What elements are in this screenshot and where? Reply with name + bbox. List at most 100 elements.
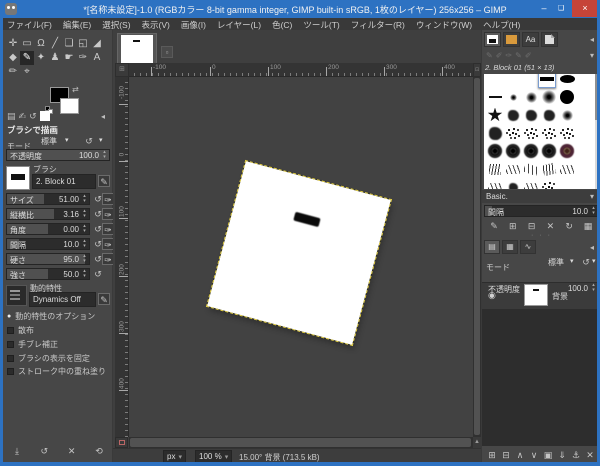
move-tool[interactable]: ✛ [6, 37, 20, 51]
brush-swatch[interactable] [540, 178, 558, 189]
rectangle-select-tool[interactable]: ▭ [20, 37, 34, 51]
spin-arrows-icon[interactable]: ▴▾ [81, 269, 88, 279]
brush-swatch[interactable] [504, 124, 522, 142]
navigation-button[interactable]: ▲ [473, 437, 481, 448]
airbrush-tool[interactable]: ✦ [34, 51, 48, 65]
smooth-stroke-checkbox[interactable]: 手ブレ補正 [7, 339, 58, 350]
mode-value[interactable]: 標準 [41, 136, 57, 147]
dock-splitter-handle[interactable]: · · · [482, 232, 600, 239]
brush-preview[interactable] [6, 166, 30, 190]
incremental-checkbox[interactable]: ストローク中の重ね塗り [7, 366, 106, 377]
mode-menu-chevron-icon[interactable]: ▾ [99, 136, 103, 144]
hardness-slider[interactable]: 硬さ 95.0 ▴▾ [6, 253, 90, 265]
brush-swatch[interactable] [504, 142, 522, 160]
chevron-down-icon[interactable]: ▾ [590, 192, 594, 201]
brush-swatch[interactable] [504, 160, 522, 178]
images-tab[interactable] [40, 111, 50, 121]
brush-grid[interactable] [484, 74, 595, 189]
brush-swatch[interactable] [522, 142, 540, 160]
chevron-down-icon[interactable]: ▾ [592, 257, 596, 265]
open-brush-as-image-button[interactable]: ▦ [582, 220, 594, 232]
delete-preset-button[interactable]: ✕ [66, 445, 78, 457]
brush-swatch-block01[interactable] [538, 74, 556, 88]
horizontal-scrollbar[interactable] [129, 437, 473, 448]
unit-dropdown[interactable]: px▾ [163, 450, 186, 463]
brush-spacing-slider[interactable]: 間隔 10.0 ▴▾ [484, 205, 599, 217]
new-brush-button[interactable]: ⊞ [507, 220, 519, 232]
duplicate-brush-button[interactable]: ⊟ [526, 220, 538, 232]
spacing-slider[interactable]: 間隔 10.0 ▴▾ [6, 238, 90, 250]
brush-filter-value[interactable]: Basic. [486, 192, 508, 201]
close-button[interactable]: × [572, 0, 598, 17]
unified-transform-tool[interactable]: ◱ [76, 37, 90, 51]
clone-tool[interactable]: ♟ [48, 51, 62, 65]
spin-arrows-icon[interactable]: ▴▾ [81, 224, 88, 234]
brush-swatch[interactable] [540, 88, 558, 106]
delete-brush-button[interactable]: ✕ [544, 220, 556, 232]
zoom-fit-corner-button[interactable]: ⊡ [473, 63, 481, 77]
tab-menu-button[interactable]: ▫ [161, 46, 173, 58]
layer-mode-value[interactable]: 標準 [548, 257, 564, 268]
spin-arrows-icon[interactable]: ▴▾ [81, 209, 88, 219]
brush-swatch[interactable] [486, 106, 504, 124]
fonts-tab[interactable]: Aa [522, 32, 539, 47]
spin-arrows-icon[interactable]: ▴▾ [81, 194, 88, 204]
menu-windows[interactable]: ウィンドウ(W) [416, 19, 472, 30]
edit-brush-icon[interactable]: ✎ [98, 175, 110, 187]
horizontal-ruler[interactable]: -100 0 100 200 300 400 [129, 63, 473, 77]
layer-thumbnail[interactable] [524, 284, 548, 306]
brush-swatch[interactable] [522, 106, 540, 124]
vertical-scrollbar-thumb[interactable] [474, 78, 480, 435]
channels-tab[interactable]: ▦ [502, 240, 518, 254]
chevron-down-icon[interactable]: ▾ [570, 257, 574, 265]
refresh-brushes-button[interactable]: ↻ [563, 220, 575, 232]
merge-down-button[interactable]: ⇓ [556, 449, 568, 461]
edit-brush-button[interactable]: ✎ [488, 220, 500, 232]
lock-brush-to-view-checkbox[interactable]: ブラシの表示を固定 [7, 353, 90, 364]
brush-swatch[interactable] [486, 142, 504, 160]
anchor-layer-button[interactable]: ⚓ [570, 449, 582, 461]
minimize-button[interactable]: – [536, 0, 552, 17]
menu-colors[interactable]: 色(C) [272, 19, 292, 30]
brush-grid-scrollbar[interactable] [595, 74, 600, 189]
brush-swatch[interactable] [486, 124, 504, 142]
duplicate-layer-button[interactable]: ▣ [542, 449, 554, 461]
brush-swatch[interactable] [486, 88, 504, 106]
spin-arrows-icon[interactable]: ▴▾ [81, 254, 88, 264]
zoom-dropdown[interactable]: 100 %▾ [195, 450, 232, 463]
menu-layer[interactable]: レイヤー(L) [217, 19, 261, 30]
menu-filters[interactable]: フィルター(R) [351, 19, 405, 30]
menu-edit[interactable]: 編集(E) [63, 19, 91, 30]
bucket-fill-tool[interactable]: ◆ [6, 51, 20, 65]
vertical-ruler[interactable]: -100 0 100 200 300 400 [115, 77, 129, 437]
reset-force-icon[interactable]: ↺ [92, 268, 104, 280]
smudge-tool[interactable]: ☛ [62, 51, 76, 65]
brush-swatch[interactable] [486, 160, 504, 178]
layers-tab[interactable]: ▤ [484, 240, 500, 254]
raise-layer-button[interactable]: ∧ [514, 449, 526, 461]
brush-swatch[interactable] [504, 106, 522, 124]
size-slider[interactable]: サイズ 51.00 ▴▾ [6, 193, 90, 205]
paintbrush-tool[interactable]: ✎ [20, 51, 34, 65]
restore-preset-button[interactable]: ↺ [38, 445, 50, 457]
save-preset-button[interactable]: ⤓ [11, 445, 23, 457]
brush-swatch[interactable] [522, 160, 540, 178]
lower-layer-button[interactable]: ∨ [528, 449, 540, 461]
reset-tool-button[interactable]: ⟲ [93, 445, 105, 457]
title-bar[interactable]: *[名称未設定]-1.0 (RGBカラー 8-bit gamma integer… [0, 0, 600, 18]
layer-list[interactable]: ◉ 背景 [482, 282, 600, 446]
menu-tools[interactable]: ツール(T) [303, 19, 339, 30]
canvas-viewport[interactable] [129, 77, 473, 437]
delete-layer-button[interactable]: ✕ [584, 449, 596, 461]
swap-colors-icon[interactable]: ⇄ [72, 85, 79, 94]
dynamics-preview[interactable] [6, 285, 27, 306]
aspect-ratio-slider[interactable]: 縦横比 3.16 ▴▾ [6, 208, 90, 220]
maximize-button[interactable]: ❑ [553, 0, 569, 17]
brush-tag-filter[interactable]: ✎✐✑✎✐ [486, 51, 535, 60]
mode-switch-icon[interactable]: ↺ [83, 135, 95, 147]
menu-help[interactable]: ヘルプ(H) [483, 19, 520, 30]
paths-tab[interactable]: ∿ [520, 240, 536, 254]
patterns-tab[interactable] [503, 32, 520, 47]
horizontal-scrollbar-thumb[interactable] [130, 438, 471, 447]
vertical-scrollbar[interactable] [473, 77, 481, 437]
